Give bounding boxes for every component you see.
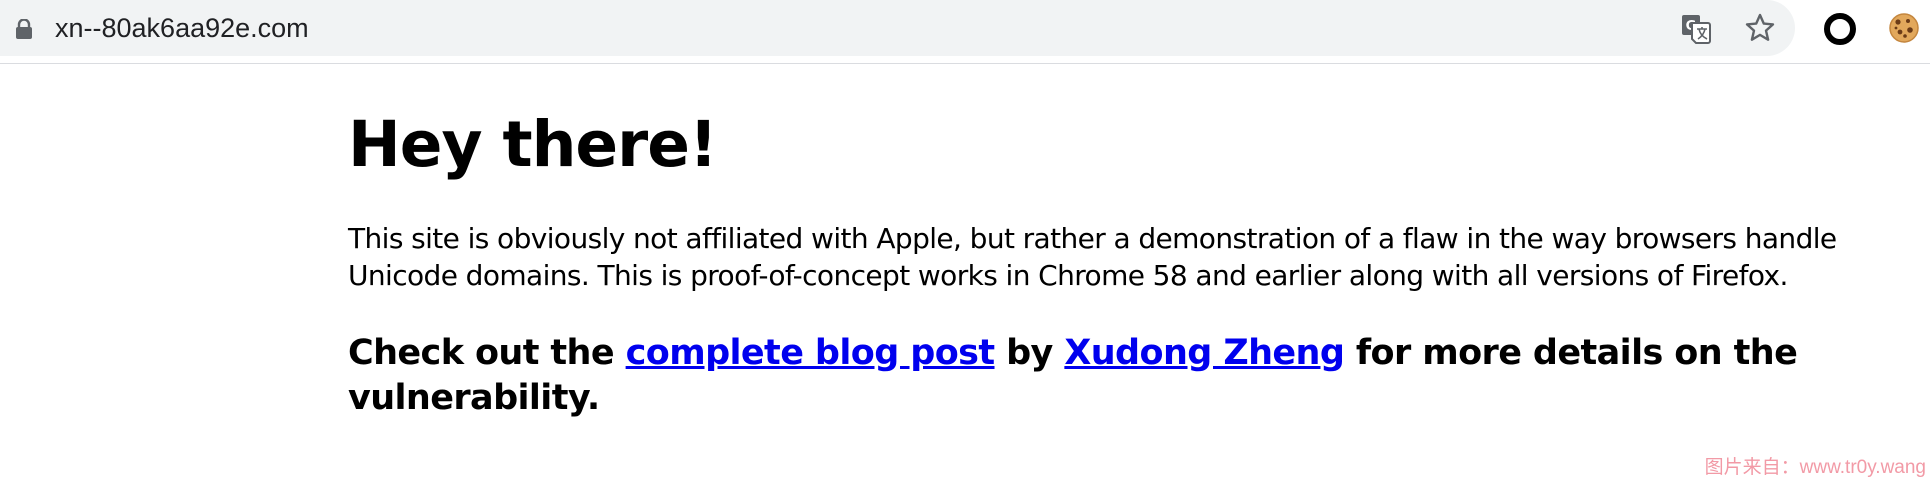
author-link[interactable]: Xudong Zheng (1064, 333, 1345, 373)
browser-toolbar: xn--80ak6aa92e.com G (0, 0, 1930, 64)
cookie-icon[interactable] (1888, 12, 1920, 44)
blog-post-link[interactable]: complete blog post (626, 333, 996, 373)
callout-prefix: Check out the (348, 333, 626, 373)
address-bar[interactable]: xn--80ak6aa92e.com G (0, 0, 1795, 56)
url-text[interactable]: xn--80ak6aa92e.com (55, 10, 309, 46)
star-icon[interactable] (1744, 12, 1776, 44)
blog-callout: Check out the complete blog post by Xudo… (348, 331, 1918, 421)
page-content: Hey there! This site is obviously not af… (348, 64, 1918, 421)
disclaimer-paragraph: This site is obviously not affiliated wi… (348, 222, 1837, 292)
page-heading: Hey there! (348, 108, 718, 181)
translate-icon[interactable]: G (1680, 13, 1712, 45)
lock-icon[interactable] (15, 19, 33, 39)
callout-middle: by (994, 333, 1065, 373)
ring-extension-icon[interactable] (1823, 12, 1857, 46)
watermark: 图片来自：www.tr0y.wang (1704, 457, 1926, 478)
